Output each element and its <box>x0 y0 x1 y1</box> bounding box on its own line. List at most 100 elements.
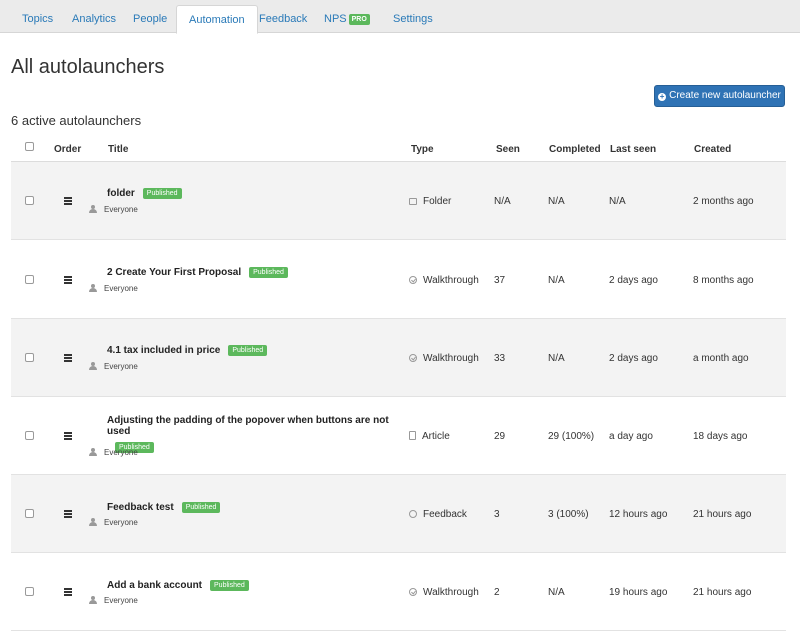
created-cell: a month ago <box>693 353 749 364</box>
table-row[interactable]: Feedback test Published Everyone Feedback… <box>11 475 786 553</box>
row-checkbox[interactable] <box>25 509 34 518</box>
audience: Everyone <box>89 518 138 527</box>
drag-handle-icon[interactable] <box>64 197 72 206</box>
audience: Everyone <box>89 596 138 605</box>
create-button-label: Create new autolauncher <box>669 90 781 101</box>
row-checkbox[interactable] <box>25 275 34 284</box>
plus-circle-icon: + <box>658 92 667 101</box>
last-seen-cell: 12 hours ago <box>609 509 668 520</box>
top-nav: Topics Analytics People Automation Feedb… <box>0 0 800 34</box>
drag-handle-icon[interactable] <box>64 510 72 519</box>
person-icon <box>89 284 97 292</box>
pro-badge: PRO <box>348 14 370 25</box>
type-label: Folder <box>423 196 452 207</box>
header-completed[interactable]: Completed <box>549 144 601 155</box>
drag-handle-icon[interactable] <box>64 354 72 363</box>
feedback-icon <box>409 510 417 518</box>
audience-label: Everyone <box>104 362 138 371</box>
audience-label: Everyone <box>104 596 138 605</box>
completed-cell: N/A <box>548 275 565 286</box>
header-last-seen[interactable]: Last seen <box>610 144 656 155</box>
row-title[interactable]: Add a bank account <box>107 580 202 591</box>
audience: Everyone <box>89 448 138 457</box>
tab-nps[interactable]: NPS PRO <box>312 5 382 33</box>
seen-cell: 33 <box>494 353 506 364</box>
type-cell: Folder <box>409 196 451 207</box>
header-type[interactable]: Type <box>411 144 434 155</box>
type-cell: Walkthrough <box>409 275 479 286</box>
header-seen[interactable]: Seen <box>496 144 520 155</box>
row-title[interactable]: 2 Create Your First Proposal <box>107 267 241 278</box>
row-checkbox[interactable] <box>25 196 34 205</box>
person-icon <box>89 518 97 526</box>
completed-cell: N/A <box>548 353 565 364</box>
last-seen-cell: N/A <box>609 196 626 207</box>
folder-icon <box>409 198 417 205</box>
type-label: Feedback <box>423 509 467 520</box>
article-icon <box>409 431 416 440</box>
tab-topics[interactable]: Topics <box>10 5 65 33</box>
seen-cell: 37 <box>494 275 506 286</box>
seen-cell: N/A <box>494 196 511 207</box>
last-seen-cell: a day ago <box>609 431 653 442</box>
type-cell: Walkthrough <box>409 353 479 364</box>
created-cell: 2 months ago <box>693 196 754 207</box>
completed-cell: N/A <box>548 587 565 598</box>
audience-label: Everyone <box>104 518 138 527</box>
walkthrough-icon <box>409 276 417 284</box>
active-count-label: 6 active autolaunchers <box>11 113 142 128</box>
select-all-checkbox[interactable] <box>25 142 34 151</box>
table-row[interactable]: 4.1 tax included in price Published Every… <box>11 319 786 397</box>
seen-cell: 2 <box>494 587 500 598</box>
table-header: Order Title Type Seen Completed Last see… <box>11 138 786 162</box>
person-icon <box>89 205 97 213</box>
row-title[interactable]: Feedback test <box>107 502 174 513</box>
audience: Everyone <box>89 362 138 371</box>
drag-handle-icon[interactable] <box>64 432 72 441</box>
header-title[interactable]: Title <box>108 144 128 155</box>
type-label: Walkthrough <box>423 353 479 364</box>
row-checkbox[interactable] <box>25 587 34 596</box>
published-badge: Published <box>181 502 221 513</box>
completed-cell: N/A <box>548 196 565 207</box>
last-seen-cell: 2 days ago <box>609 353 658 364</box>
last-seen-cell: 19 hours ago <box>609 587 668 598</box>
row-checkbox[interactable] <box>25 431 34 440</box>
header-order: Order <box>54 144 82 155</box>
table-row[interactable]: Add a bank account Published Everyone Wal… <box>11 553 786 631</box>
header-created[interactable]: Created <box>694 144 731 155</box>
completed-cell: 3 (100%) <box>548 509 589 520</box>
walkthrough-icon <box>409 588 417 596</box>
audience-label: Everyone <box>104 205 138 214</box>
audience: Everyone <box>89 284 138 293</box>
row-checkbox[interactable] <box>25 353 34 362</box>
audience-label: Everyone <box>104 284 138 293</box>
drag-handle-icon[interactable] <box>64 588 72 597</box>
tab-people[interactable]: People <box>121 5 179 33</box>
seen-cell: 29 <box>494 431 506 442</box>
row-title[interactable]: folder <box>107 188 135 199</box>
tab-automation[interactable]: Automation <box>176 5 258 34</box>
type-label: Article <box>422 431 450 442</box>
table-row[interactable]: Adjusting the padding of the popover whe… <box>11 397 786 475</box>
walkthrough-icon <box>409 354 417 362</box>
type-cell: Feedback <box>409 509 467 520</box>
person-icon <box>89 448 97 456</box>
published-badge: Published <box>228 345 268 356</box>
create-autolauncher-button[interactable]: + Create new autolauncher <box>654 85 785 107</box>
published-badge: Published <box>210 580 249 591</box>
table-row[interactable]: folder Published Everyone Folder N/A N/A … <box>11 162 786 240</box>
last-seen-cell: 2 days ago <box>609 275 658 286</box>
tab-feedback[interactable]: Feedback <box>247 5 319 33</box>
type-cell: Walkthrough <box>409 587 479 598</box>
row-title[interactable]: 4.1 tax included in price <box>107 345 220 356</box>
created-cell: 8 months ago <box>693 275 754 286</box>
drag-handle-icon[interactable] <box>64 276 72 285</box>
type-label: Walkthrough <box>423 275 479 286</box>
row-title[interactable]: Adjusting the padding of the popover whe… <box>107 415 389 437</box>
created-cell: 21 hours ago <box>693 509 752 520</box>
page-title: All autolaunchers <box>11 56 165 78</box>
tab-analytics[interactable]: Analytics <box>60 5 128 33</box>
tab-settings[interactable]: Settings <box>381 5 445 33</box>
table-row[interactable]: 2 Create Your First Proposal Published Ev… <box>11 241 786 319</box>
